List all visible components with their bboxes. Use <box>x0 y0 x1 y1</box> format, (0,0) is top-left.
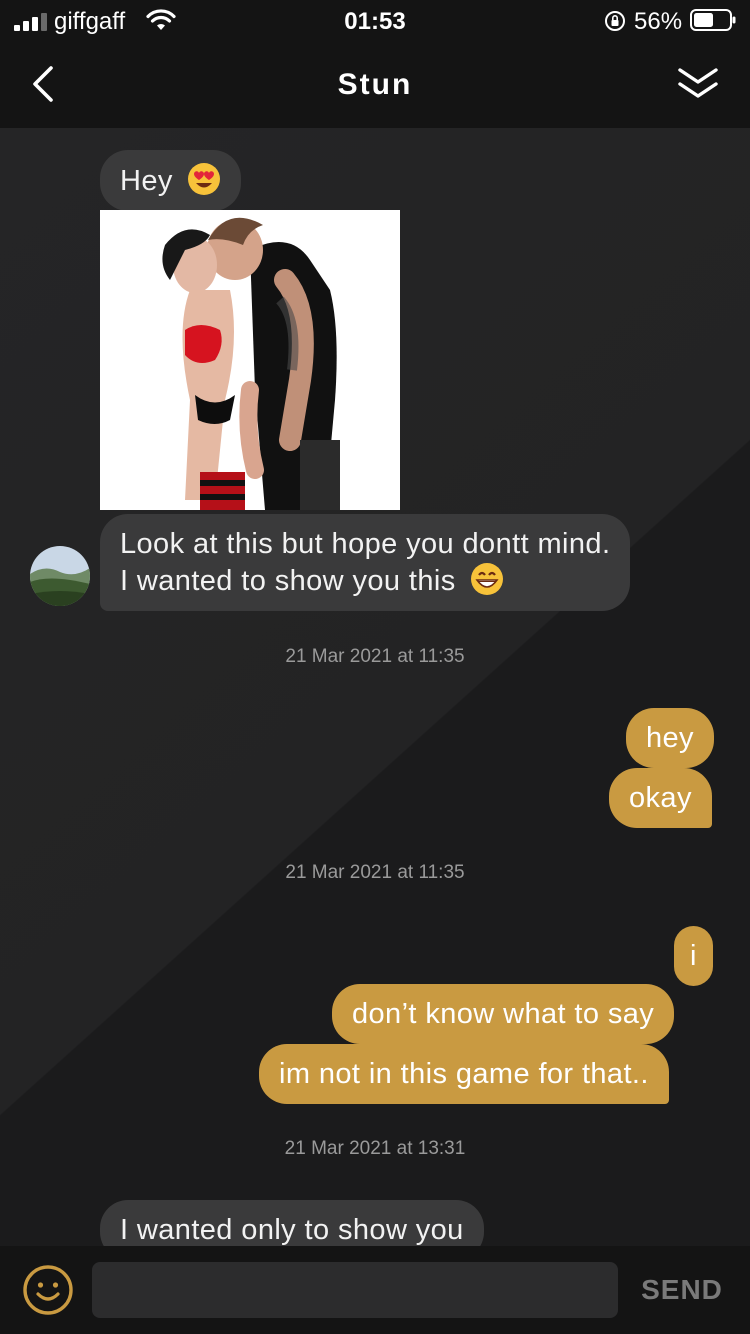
message-input[interactable] <box>92 1262 618 1318</box>
landscape-avatar-image <box>30 546 90 606</box>
outgoing-message: i <box>674 926 713 986</box>
battery-icon <box>690 9 736 31</box>
message-thread[interactable]: Hey Look at this but hope you dontt mind… <box>0 128 750 1246</box>
heart-eyes-emoji-icon <box>188 163 221 195</box>
incoming-message: Hey <box>100 150 242 211</box>
smiley-icon[interactable] <box>22 1264 74 1316</box>
timestamp: 21 Mar 2021 at 11:35 <box>285 862 465 883</box>
send-button[interactable]: SEND <box>632 1274 732 1306</box>
message-text-line: Look at this but hope you dontt mind. <box>120 528 611 560</box>
incoming-message: Look at this but hope you dontt mind. I … <box>100 514 631 611</box>
message-text: Hey <box>120 165 173 197</box>
outgoing-message: im not in this game for that.. <box>259 1044 669 1104</box>
contact-avatar[interactable] <box>30 546 90 606</box>
conversation-title: Stun <box>337 68 413 101</box>
outgoing-message: okay <box>609 768 712 828</box>
composer-bar: SEND <box>0 1246 750 1334</box>
incoming-message: I wanted only to show you <box>100 1200 484 1246</box>
status-bar: giffgaff 01:53 56% <box>0 0 750 42</box>
outgoing-message: hey <box>626 708 714 768</box>
battery-percent: 56% <box>634 8 683 35</box>
timestamp: 21 Mar 2021 at 11:35 <box>285 646 465 667</box>
collapse-button[interactable] <box>672 62 724 106</box>
shared-image[interactable] <box>100 210 400 510</box>
message-text-line: I wanted to show you this <box>120 565 456 597</box>
grinning-face-emoji-icon <box>471 563 504 595</box>
outgoing-message: don’t know what to say <box>332 984 675 1044</box>
chat-header: Stun <box>0 42 750 128</box>
orientation-lock-icon <box>605 11 625 31</box>
timestamp: 21 Mar 2021 at 13:31 <box>284 1138 466 1159</box>
avatar-pair-image <box>100 210 400 510</box>
